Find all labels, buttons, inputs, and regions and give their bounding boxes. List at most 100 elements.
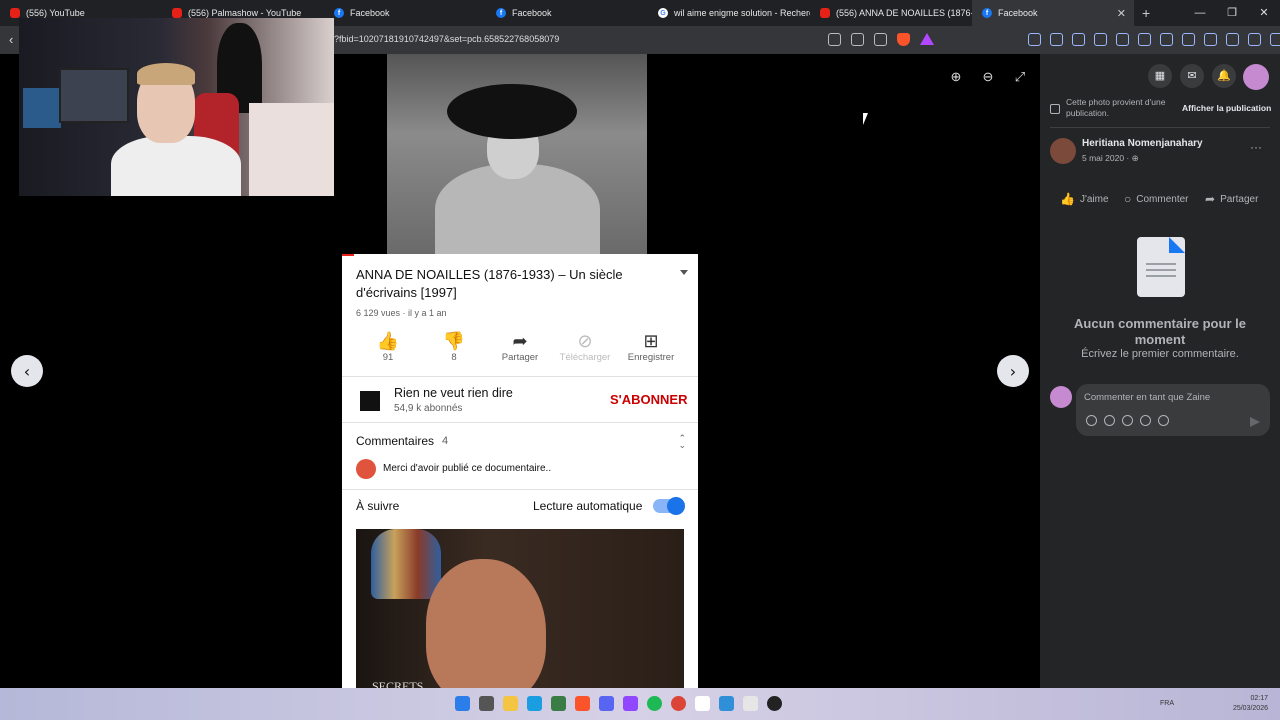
save-action: ⊞ Enregistrer: [616, 330, 686, 363]
like-icon: 👍: [1060, 192, 1075, 206]
back-arrow-icon[interactable]: ‹: [9, 32, 13, 47]
browser-tab-facebook-2[interactable]: f Facebook: [486, 0, 648, 26]
extension-icon[interactable]: [1094, 33, 1107, 46]
video-actions: 👍 91 👎 8 ➦ Partager ⊘ Télécharger ⊞ Enregistr…: [342, 330, 698, 370]
person-hair-shape: [137, 63, 195, 85]
youtube-icon: [820, 8, 830, 18]
close-window-button[interactable]: ✕: [1248, 0, 1280, 26]
share-label: Partager: [501, 352, 539, 363]
brave-icon[interactable]: [575, 696, 590, 711]
empty-comments-subtitle: Écrivez le premier commentaire.: [1081, 348, 1239, 360]
brave-rewards-icon[interactable]: [920, 33, 934, 45]
edge-icon[interactable]: [527, 696, 542, 711]
autoplay-toggle: [653, 497, 685, 515]
new-tab-button[interactable]: +: [1142, 5, 1150, 21]
app-icon[interactable]: [719, 696, 734, 711]
music-icon[interactable]: [1160, 33, 1173, 46]
windows-start-icon[interactable]: [455, 696, 470, 711]
wallet-icon[interactable]: [1204, 33, 1217, 46]
obs-icon[interactable]: [767, 696, 782, 711]
reader-mode-icon[interactable]: [851, 33, 864, 46]
add-to-playlist-icon: ⊞: [643, 331, 659, 351]
app-icon[interactable]: [551, 696, 566, 711]
progress-bar: [342, 254, 354, 256]
emoji-icon[interactable]: [1104, 415, 1115, 426]
share-page-icon[interactable]: [874, 33, 887, 46]
fullscreen-icon[interactable]: ⤢: [1011, 68, 1029, 86]
youtube-screenshot-panel: ANNA DE NOAILLES (1876-1933) – Un siècle…: [342, 254, 698, 690]
language-indicator[interactable]: FRA: [1160, 700, 1174, 707]
browser-tab-facebook-1[interactable]: f Facebook: [324, 0, 486, 26]
menu-icon[interactable]: [1270, 33, 1280, 46]
like-button[interactable]: 👍 J'aime: [1060, 192, 1109, 206]
zoom-in-icon[interactable]: ⊕: [947, 68, 965, 86]
gif-icon[interactable]: [1140, 415, 1151, 426]
channel-name: Rien ne veut rien dire: [394, 386, 513, 400]
sticker-icon[interactable]: [1158, 415, 1169, 426]
comment-composer: [1076, 384, 1270, 436]
vpn-icon[interactable]: [1248, 33, 1261, 46]
profile-avatar[interactable]: [1243, 64, 1269, 90]
file-explorer-icon[interactable]: [503, 696, 518, 711]
post-icon: [1050, 104, 1060, 114]
next-photo-button[interactable]: ›: [997, 355, 1029, 387]
puzzle-icon[interactable]: [1116, 33, 1129, 46]
comment-input[interactable]: [1084, 390, 1254, 404]
app-icon[interactable]: [743, 696, 758, 711]
expand-caret-icon: [680, 270, 688, 275]
extension-icon[interactable]: [1072, 33, 1085, 46]
share-button[interactable]: ➦ Partager: [1205, 192, 1258, 206]
previous-photo-button[interactable]: ‹: [11, 355, 43, 387]
menu-grid-icon[interactable]: ▦: [1148, 64, 1172, 88]
tab-title: (556) Palmashow - YouTube: [188, 8, 302, 18]
notepad-icon[interactable]: [695, 696, 710, 711]
more-options-button[interactable]: ···: [1250, 140, 1262, 154]
extension-icon[interactable]: [1138, 33, 1151, 46]
browser-tab-facebook-active[interactable]: f Facebook ✕: [972, 0, 1134, 26]
empty-comments-title: Aucun commentaire pour le moment: [1074, 316, 1246, 347]
extensions-toolbar: [1028, 33, 1280, 46]
youtube-icon: [172, 8, 182, 18]
comment-button[interactable]: ○ Commenter: [1124, 192, 1189, 206]
task-view-icon[interactable]: [479, 696, 494, 711]
browser-tab-google-search[interactable]: Gwil aime enigme solution - Recherch: [648, 0, 810, 26]
facebook-icon: f: [496, 8, 506, 18]
system-clock[interactable]: 02:17 25/03/2026: [1233, 694, 1268, 714]
cast-icon[interactable]: [828, 33, 841, 46]
avatar-sticker-icon[interactable]: [1086, 415, 1097, 426]
extension-icon[interactable]: [1050, 33, 1063, 46]
spotify-icon[interactable]: [647, 696, 662, 711]
download-icon: ⊘: [577, 331, 593, 351]
tab-title: Facebook: [512, 8, 552, 18]
close-tab-icon[interactable]: ✕: [1117, 7, 1126, 20]
facebook-icon: f: [334, 8, 344, 18]
leo-ai-icon[interactable]: [1226, 33, 1239, 46]
thumbs-down-icon: 👎: [442, 331, 466, 351]
chrome-icon[interactable]: [671, 696, 686, 711]
show-post-link[interactable]: Afficher la publication: [1182, 103, 1271, 113]
minimize-button[interactable]: —: [1184, 0, 1216, 26]
author-name[interactable]: Heritiana Nomenjanahary: [1082, 138, 1203, 149]
doc-line: [1146, 275, 1176, 277]
url-field[interactable]: ?fbid=10207181910742497&set=pcb.65852276…: [334, 34, 559, 44]
discord-icon[interactable]: [599, 696, 614, 711]
brave-shields-icon[interactable]: [897, 33, 910, 46]
zoom-out-icon[interactable]: ⊖: [979, 68, 997, 86]
maximize-button[interactable]: ❐: [1216, 0, 1248, 26]
like-count: 91: [382, 352, 394, 363]
messenger-icon[interactable]: ✉: [1180, 64, 1204, 88]
like-action: 👍 91: [353, 330, 423, 363]
notifications-bell-icon[interactable]: 🔔: [1212, 64, 1236, 88]
browser-tab-anna-de-noailles[interactable]: (556) ANNA DE NOAILLES (1876-: [810, 0, 972, 26]
camera-icon[interactable]: [1122, 415, 1133, 426]
doc-line: [1146, 263, 1176, 265]
taskbar-apps: [455, 696, 782, 711]
video-title: ANNA DE NOAILLES (1876-1933) – Un siècle…: [356, 267, 623, 300]
twitch-icon[interactable]: [623, 696, 638, 711]
extension-icon[interactable]: [1028, 33, 1041, 46]
send-icon[interactable]: [1250, 417, 1260, 427]
like-label: J'aime: [1079, 193, 1109, 205]
sidebar-icon[interactable]: [1182, 33, 1195, 46]
next-video-thumbnail: SECRETS: [356, 529, 684, 690]
author-avatar[interactable]: [1050, 138, 1076, 164]
